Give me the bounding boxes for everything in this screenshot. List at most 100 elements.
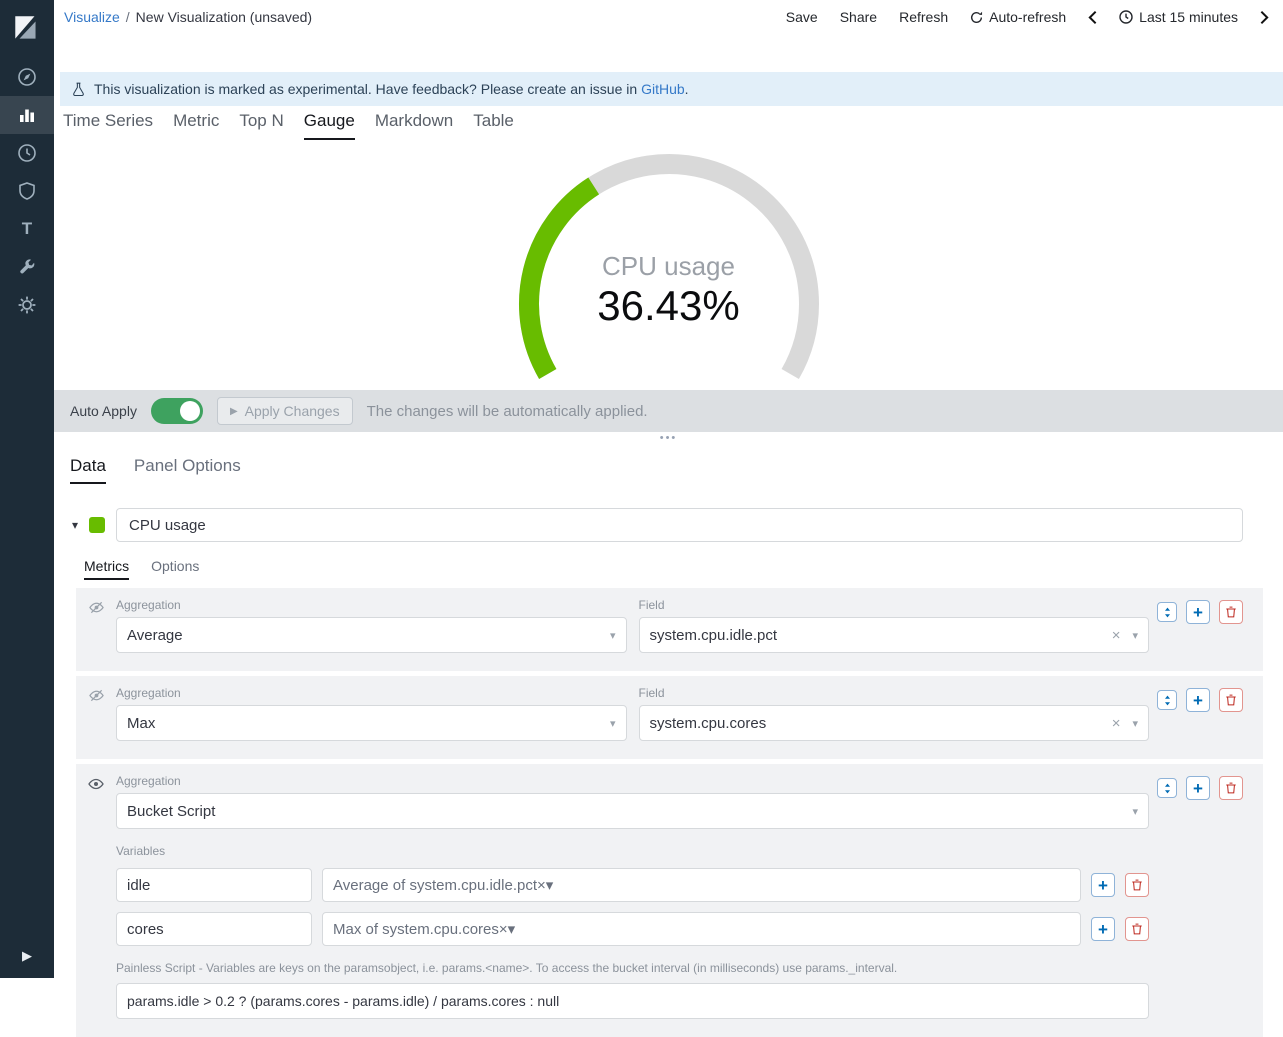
main-area: Visualize / New Visualization (unsaved) … <box>54 0 1283 1037</box>
tab-markdown[interactable]: Markdown <box>375 111 453 140</box>
save-button[interactable]: Save <box>786 9 818 25</box>
sidebar-item-discover[interactable] <box>0 58 54 96</box>
tab-metric[interactable]: Metric <box>173 111 219 140</box>
painless-script-input[interactable] <box>116 983 1149 1019</box>
chevron-down-icon[interactable]: ▾ <box>72 518 78 532</box>
reorder-metric-button[interactable] <box>1157 778 1177 798</box>
auto-refresh-button[interactable]: Auto-refresh <box>970 9 1066 25</box>
refresh-cw-icon <box>970 11 983 24</box>
compass-icon <box>17 67 37 87</box>
delete-metric-button[interactable] <box>1219 600 1243 624</box>
metric-visibility-toggle[interactable] <box>84 686 108 741</box>
time-forward-button[interactable] <box>1260 10 1269 25</box>
sidebar-item-security[interactable] <box>0 172 54 210</box>
add-metric-button[interactable]: + <box>1186 776 1210 800</box>
wrench-icon <box>18 258 37 277</box>
plus-icon: + <box>1193 604 1203 621</box>
eye-slash-icon <box>89 600 104 653</box>
add-metric-button[interactable]: + <box>1186 600 1210 624</box>
field-label: Field <box>639 686 1150 700</box>
sort-icon <box>1162 695 1173 706</box>
tab-gauge[interactable]: Gauge <box>304 111 355 140</box>
add-variable-button[interactable]: + <box>1091 873 1115 897</box>
metric-visibility-toggle[interactable] <box>84 598 108 653</box>
sort-icon <box>1162 607 1173 618</box>
delete-metric-button[interactable] <box>1219 688 1243 712</box>
field-combobox[interactable]: system.cpu.cores × ▾ <box>639 705 1150 741</box>
add-variable-button[interactable]: + <box>1091 917 1115 941</box>
kibana-logo[interactable] <box>0 0 54 58</box>
metric-visibility-toggle[interactable] <box>84 774 108 1019</box>
variable-name-input[interactable] <box>116 868 312 902</box>
tab-options[interactable]: Options <box>151 558 199 580</box>
plus-icon: + <box>1098 877 1108 894</box>
trash-icon <box>1131 923 1143 935</box>
tab-data[interactable]: Data <box>70 456 106 484</box>
plus-icon: + <box>1098 921 1108 938</box>
clear-x-icon[interactable]: × <box>537 877 546 894</box>
aggregation-select[interactable]: Average ▾ <box>116 617 627 653</box>
field-combobox[interactable]: system.cpu.idle.pct × ▾ <box>639 617 1150 653</box>
time-range-button[interactable]: Last 15 minutes <box>1119 9 1238 25</box>
breadcrumb-visualize-link[interactable]: Visualize <box>64 9 120 25</box>
metric-row: Aggregation Average ▾ Field system.cpu.i… <box>76 588 1263 671</box>
aggregation-select[interactable]: Max ▾ <box>116 705 627 741</box>
painless-script-help: Painless Script - Variables are keys on … <box>116 961 1149 975</box>
tab-panel-options[interactable]: Panel Options <box>134 456 241 484</box>
banner-text: This visualization is marked as experime… <box>94 81 689 97</box>
apply-changes-button[interactable]: ▶ Apply Changes <box>217 397 353 425</box>
clear-x-icon[interactable]: × <box>1112 627 1121 644</box>
sidebar-item-timelion[interactable] <box>0 134 54 172</box>
series-label-input[interactable] <box>116 508 1243 542</box>
variable-name-input[interactable] <box>116 912 312 946</box>
series-color-swatch[interactable] <box>89 517 105 533</box>
field-label: Field <box>639 598 1150 612</box>
chevron-left-icon <box>1088 10 1097 25</box>
reorder-metric-button[interactable] <box>1157 690 1177 710</box>
aggregation-select[interactable]: Bucket Script ▾ <box>116 793 1149 829</box>
play-icon: ▶ <box>22 948 32 964</box>
sidebar-item-apm[interactable]: T <box>0 210 54 248</box>
tab-table[interactable]: Table <box>473 111 514 140</box>
clock-icon <box>1119 10 1133 24</box>
share-button[interactable]: Share <box>840 9 877 25</box>
chevron-down-icon: ▾ <box>546 876 554 894</box>
clear-x-icon[interactable]: × <box>499 921 508 938</box>
reorder-metric-button[interactable] <box>1157 602 1177 622</box>
delete-metric-button[interactable] <box>1219 776 1243 800</box>
variable-metric-combobox[interactable]: Average of system.cpu.idle.pct × ▾ <box>322 868 1081 902</box>
sidebar-item-visualize[interactable] <box>0 96 54 134</box>
sidebar-item-management[interactable] <box>0 286 54 324</box>
editor-tabs: Data Panel Options <box>70 456 1283 484</box>
variable-row: Average of system.cpu.idle.pct × ▾ + <box>116 868 1149 902</box>
sort-icon <box>1162 783 1173 794</box>
sidebar-item-dev-tools[interactable] <box>0 248 54 286</box>
eye-icon <box>88 776 104 1019</box>
aggregation-label: Aggregation <box>116 686 627 700</box>
metric-row: Aggregation Bucket Script ▾ Variables Av… <box>76 764 1263 1037</box>
variables-label: Variables <box>116 844 1149 858</box>
viz-type-tabs: Time Series Metric Top N Gauge Markdown … <box>54 106 1283 140</box>
auto-apply-toggle[interactable] <box>151 398 203 424</box>
tab-time-series[interactable]: Time Series <box>63 111 153 140</box>
sidebar-expand-button[interactable]: ▶ <box>0 938 54 974</box>
tab-metrics[interactable]: Metrics <box>84 558 129 580</box>
delete-variable-button[interactable] <box>1125 917 1149 941</box>
auto-apply-label: Auto Apply <box>70 403 137 419</box>
variable-metric-combobox[interactable]: Max of system.cpu.cores × ▾ <box>322 912 1081 946</box>
clear-x-icon[interactable]: × <box>1112 715 1121 732</box>
top-bar: Visualize / New Visualization (unsaved) … <box>54 0 1283 72</box>
refresh-button[interactable]: Refresh <box>899 9 948 25</box>
add-metric-button[interactable]: + <box>1186 688 1210 712</box>
eye-slash-icon <box>89 688 104 741</box>
delete-variable-button[interactable] <box>1125 873 1149 897</box>
letter-t-icon: T <box>22 219 32 239</box>
gauge-text: CPU usage 36.43% <box>514 250 824 330</box>
panel-resize-handle[interactable]: ••• <box>54 432 1283 446</box>
tab-top-n[interactable]: Top N <box>239 111 283 140</box>
breadcrumb-separator: / <box>126 9 130 25</box>
trash-icon <box>1225 694 1237 706</box>
time-back-button[interactable] <box>1088 10 1097 25</box>
github-link[interactable]: GitHub <box>641 81 685 97</box>
visualization-area: CPU usage 36.43% <box>54 140 1283 390</box>
